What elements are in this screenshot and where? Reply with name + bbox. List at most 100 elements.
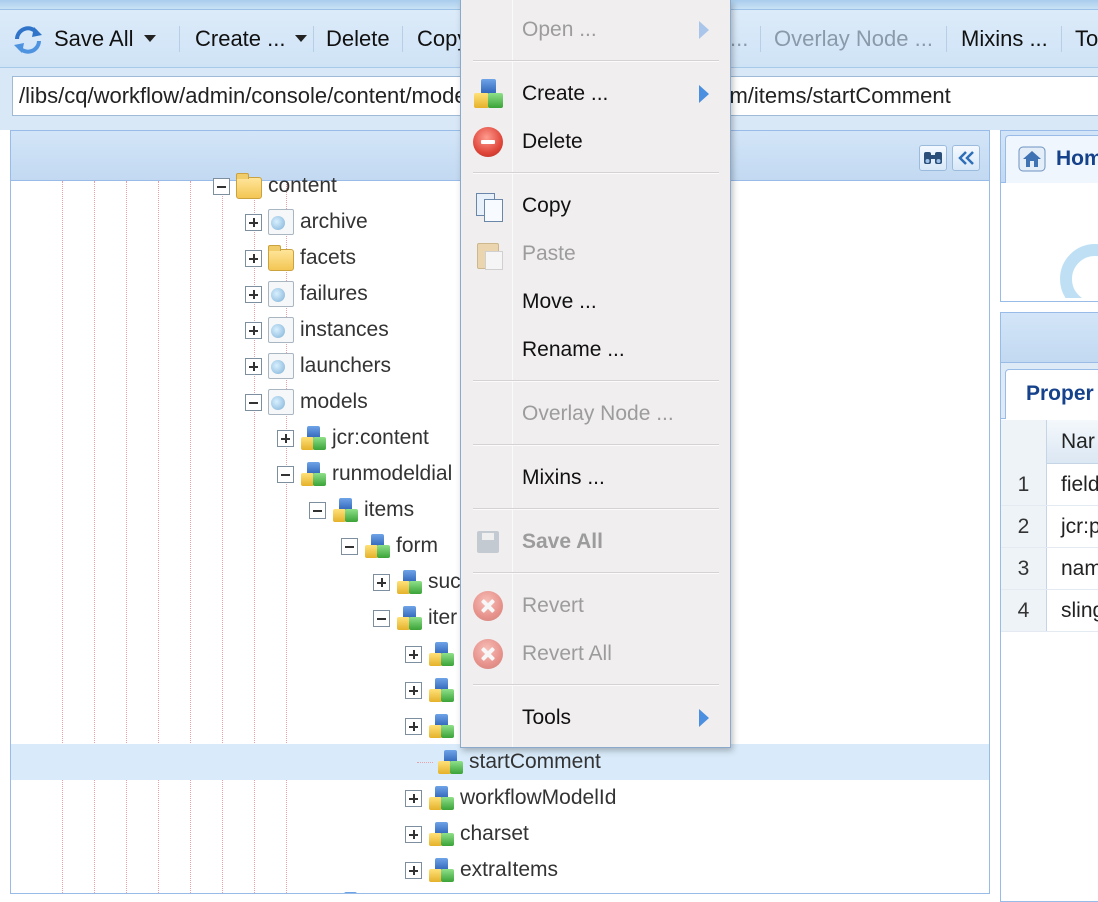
page-icon [268,209,294,235]
menu-item-label: Mixins ... [522,466,605,489]
expand-toggle[interactable] [277,429,294,447]
expand-toggle[interactable] [245,213,262,231]
double-chevron-left-icon [958,151,974,165]
expand-toggle[interactable] [405,789,422,807]
tree-node-hidden-3[interactable] [405,708,460,744]
collapse-toggle[interactable] [277,465,294,483]
menu-item-label: Copy [522,194,572,217]
expand-toggle[interactable] [245,357,262,375]
tree-node-instances[interactable]: instances [245,312,389,348]
delete-button[interactable]: Delete [326,24,390,54]
menu-item-label: Tools [522,706,572,729]
home-icon [1018,146,1046,172]
menu-item-overlay-node[interactable]: Overlay Node ... [461,390,730,438]
tree-node-hidden-1[interactable] [405,636,460,672]
save-all-label: Save All [54,26,134,51]
menu-item-create[interactable]: Create ... [461,70,730,118]
tree-node-models[interactable]: models [245,384,368,420]
expand-toggle[interactable] [405,717,422,735]
expand-toggle[interactable] [245,285,262,303]
tree-node-facets[interactable]: facets [245,240,356,276]
menu-item-copy[interactable]: Copy [461,182,730,230]
menu-item-revert[interactable]: Revert [461,582,730,630]
tree-node-items[interactable]: items [309,492,414,528]
table-row[interactable]: 3 nam [1001,548,1098,590]
expand-toggle[interactable] [405,861,422,879]
chevron-down-icon[interactable] [295,34,308,42]
node-icon [428,821,454,847]
tab-home[interactable]: Hom [1005,135,1098,183]
toolbar-hidden-fragment: ... [730,26,749,51]
menu-item-label: Paste [522,242,576,265]
expand-toggle[interactable] [373,573,390,591]
node-icon [437,749,463,775]
tree-node-successor[interactable]: suc [373,564,461,600]
folder-icon [268,245,294,271]
table-row[interactable]: 1 field [1001,464,1098,506]
collapse-toggle[interactable] [341,537,358,555]
tree-node-archive[interactable]: archive [245,204,368,240]
expand-toggle[interactable] [245,321,262,339]
property-name: sling [1061,599,1098,622]
tree-node-label: jcr:content [332,426,429,449]
property-name: jcr:p [1061,515,1098,538]
column-header-name[interactable]: Nar [1047,420,1095,464]
tree-node-partial[interactable] [337,886,369,893]
tree-node-inner-items[interactable]: iter [373,600,457,636]
home-panel-header: Hom [1001,131,1098,183]
find-button[interactable] [919,145,947,171]
table-row[interactable]: 4 sling [1001,590,1098,632]
tab-properties[interactable]: Proper [1005,369,1098,419]
refresh-icon [14,26,42,54]
collapse-toggle[interactable] [309,501,326,519]
create-button[interactable]: Create ... [195,24,308,54]
tree-node-failures[interactable]: failures [245,276,368,312]
collapse-toggle[interactable] [213,177,230,195]
tree-node-form[interactable]: form [341,528,438,564]
expand-toggle[interactable] [405,825,422,843]
tree-node-label: models [300,390,368,413]
tree-connector [417,761,433,763]
toolbar-divider [946,26,947,52]
menu-separator [473,444,719,446]
menu-item-mixins[interactable]: Mixins ... [461,454,730,502]
tree-guide-line [190,181,191,893]
menu-item-move[interactable]: Move ... [461,278,730,326]
mixins-button[interactable]: Mixins ... [961,24,1048,54]
collapse-toggle[interactable] [373,609,390,627]
tree-node-label: form [396,534,438,557]
menu-item-revert-all[interactable]: Revert All [461,630,730,678]
menu-separator [473,684,719,686]
tree-node-extraitems[interactable]: extraItems [405,852,558,888]
tree-node-runmodeldialog[interactable]: runmodeldial [277,456,452,492]
tree-node-hidden-2[interactable] [405,672,460,708]
menu-item-delete[interactable]: Delete [461,118,730,166]
tree-node-jcr-content[interactable]: jcr:content [277,420,429,456]
tree-node-charset[interactable]: charset [405,816,529,852]
menu-item-label: Delete [522,130,583,153]
expand-toggle[interactable] [405,645,422,663]
expand-toggle[interactable] [405,681,422,699]
menu-item-tools[interactable]: Tools [461,694,730,742]
save-all-button[interactable]: Save All [12,24,156,54]
tree-node-label: iter [428,606,458,629]
collapse-panel-button[interactable] [952,145,980,171]
chevron-down-icon[interactable] [143,34,156,42]
expand-toggle[interactable] [245,249,262,267]
properties-panel-header [1001,313,1098,363]
collapse-toggle[interactable] [245,393,262,411]
overlay-node-button[interactable]: Overlay Node ... [774,24,933,54]
menu-item-save-all[interactable]: Save All [461,518,730,566]
tree-node-workflowmodelid[interactable]: workflowModelId [405,780,616,816]
menu-item-rename[interactable]: Rename ... [461,326,730,374]
row-number: 4 [1001,590,1047,631]
menu-item-paste[interactable]: Paste [461,230,730,278]
table-row[interactable]: 2 jcr:p [1001,506,1098,548]
node-icon [332,497,358,523]
tree-node-startcomment[interactable]: startComment [11,744,989,780]
tree-node-content[interactable]: content [213,168,337,204]
tools-button[interactable]: To [1075,24,1098,54]
tree-guide-line [158,181,159,893]
tree-node-launchers[interactable]: launchers [245,348,391,384]
menu-item-open[interactable]: Open ... [461,6,730,54]
